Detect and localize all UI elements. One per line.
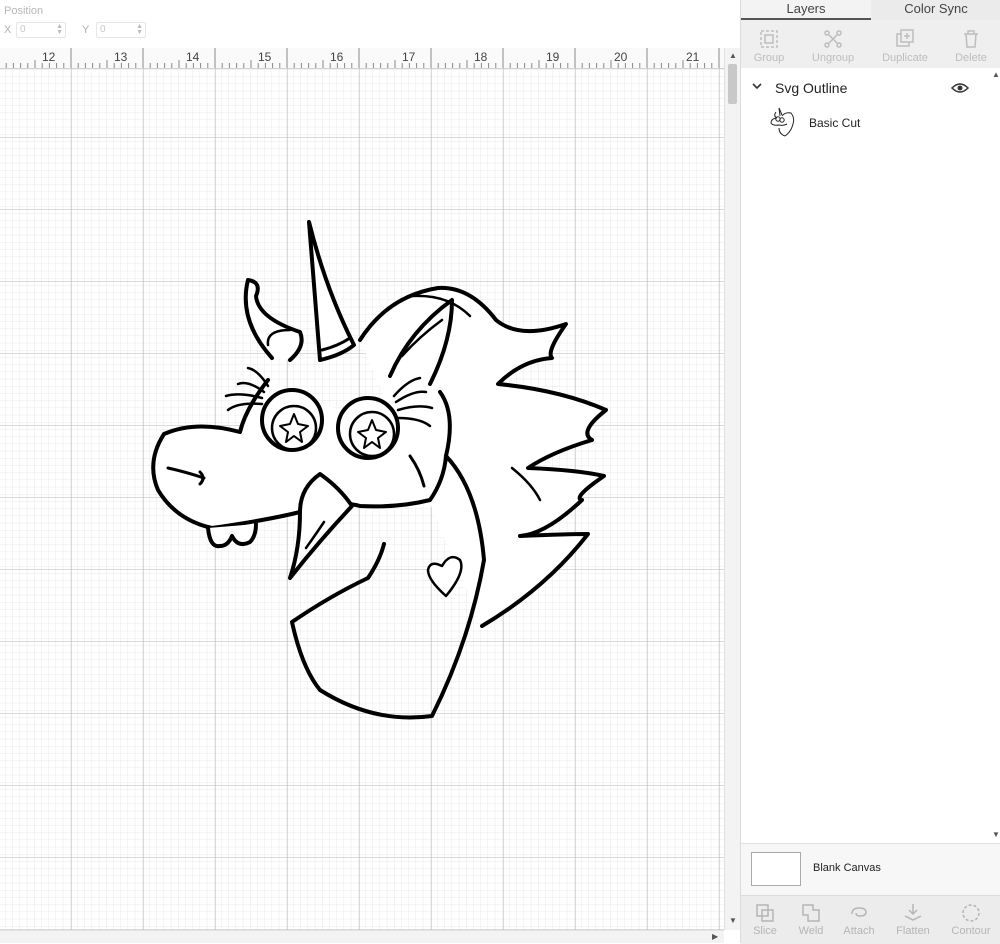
- weld-label: Weld: [798, 925, 824, 937]
- position-label: Position: [4, 5, 44, 17]
- canvas-vertical-scrollbar[interactable]: ▲ ▼: [724, 48, 740, 930]
- contour-icon: [962, 904, 980, 922]
- layer-group-name: Svg Outline: [775, 80, 848, 96]
- slice-label: Slice: [753, 925, 777, 937]
- position-bar: Position X 0 ▲ ▼ Y 0 ▲ ▼: [0, 0, 740, 48]
- canvas-grid[interactable]: [0, 68, 724, 930]
- layer-toolbar: Group Ungroup Duplicate Delete: [741, 20, 1000, 69]
- tab-color-sync[interactable]: Color Sync: [871, 0, 1000, 20]
- scroll-right-icon[interactable]: ▶: [712, 932, 718, 941]
- delete-label: Delete: [955, 52, 987, 64]
- design-canvas-area: Position X 0 ▲ ▼ Y 0 ▲ ▼ 12 13 14 15 16 17…: [0, 0, 740, 943]
- blank-canvas-label: Blank Canvas: [813, 862, 881, 874]
- trash-icon: [964, 30, 978, 48]
- duplicate-button[interactable]: Duplicate: [877, 24, 933, 64]
- canvas-horizontal-scrollbar[interactable]: ▶: [0, 930, 724, 943]
- attach-icon: [851, 907, 867, 917]
- panel-scroll-down-icon[interactable]: ▼: [992, 830, 1000, 839]
- tab-layers[interactable]: Layers: [741, 0, 871, 20]
- flatten-button[interactable]: Flatten: [889, 900, 937, 937]
- canvas-swatch[interactable]: [751, 852, 801, 886]
- blank-canvas-row[interactable]: Blank Canvas: [741, 843, 1000, 896]
- duplicate-icon: [896, 29, 914, 47]
- ruler-number: 21: [686, 50, 700, 64]
- ruler-number: 13: [114, 50, 128, 64]
- horizontal-ruler: 12 13 14 15 16 17 18 19 20 21: [0, 48, 724, 69]
- delete-button[interactable]: Delete: [943, 24, 999, 64]
- ruler-number: 12: [42, 50, 56, 64]
- group-icon: [760, 30, 778, 48]
- panel-scrollbar[interactable]: ▲ ▼: [992, 68, 1000, 843]
- attach-label: Attach: [843, 925, 875, 937]
- layers-panel: Layers Color Sync Group Ungroup Duplicat…: [740, 0, 1000, 944]
- ruler-number: 15: [258, 50, 272, 64]
- eye-icon[interactable]: [951, 81, 969, 95]
- x-axis-label: X: [4, 24, 12, 36]
- ruler-number: 18: [474, 50, 488, 64]
- scroll-up-icon[interactable]: ▲: [729, 51, 737, 60]
- vertical-scroll-thumb[interactable]: [728, 64, 737, 104]
- layer-group-row[interactable]: Svg Outline: [741, 76, 1000, 100]
- chevron-down-icon[interactable]: [751, 80, 763, 92]
- x-stepper-icon[interactable]: ▲ ▼: [56, 23, 63, 36]
- layer-thumbnail: [770, 107, 795, 137]
- contour-button[interactable]: Contour: [947, 900, 995, 937]
- y-axis-label: Y: [82, 24, 90, 36]
- slice-button[interactable]: Slice: [741, 900, 789, 937]
- bottom-toolbar: Slice Weld Attach Flatten Contour: [741, 895, 1000, 944]
- panel-tabs: Layers Color Sync: [741, 0, 1000, 20]
- position-x-input[interactable]: 0 ▲ ▼: [16, 22, 66, 38]
- attach-button[interactable]: Attach: [835, 900, 883, 937]
- layer-list: Svg Outline Basic Cut: [741, 68, 1000, 843]
- ruler-number: 14: [186, 50, 200, 64]
- flatten-label: Flatten: [896, 925, 930, 937]
- position-y-value: 0: [100, 24, 106, 35]
- duplicate-label: Duplicate: [882, 52, 928, 64]
- contour-label: Contour: [951, 925, 991, 937]
- layer-item-basic-cut[interactable]: Basic Cut: [765, 104, 1000, 140]
- group-button[interactable]: Group: [741, 24, 797, 64]
- ruler-number: 19: [546, 50, 560, 64]
- position-y-input[interactable]: 0 ▲ ▼: [96, 22, 146, 38]
- panel-scroll-up-icon[interactable]: ▲: [992, 70, 1000, 79]
- group-label: Group: [753, 52, 785, 64]
- weld-icon: [802, 904, 820, 922]
- ungroup-button[interactable]: Ungroup: [805, 24, 861, 64]
- ungroup-icon: [824, 30, 842, 48]
- weld-button[interactable]: Weld: [787, 900, 835, 937]
- layer-name: Basic Cut: [809, 116, 861, 130]
- y-stepper-icon[interactable]: ▲ ▼: [136, 23, 143, 36]
- canvas-svg[interactable]: [0, 68, 724, 930]
- ungroup-label: Ungroup: [811, 52, 855, 64]
- slice-icon: [756, 904, 774, 922]
- ruler-number: 20: [614, 50, 628, 64]
- position-x-value: 0: [20, 24, 26, 35]
- scroll-down-icon[interactable]: ▼: [729, 916, 737, 925]
- ruler-number: 16: [330, 50, 344, 64]
- ruler-number: 17: [402, 50, 416, 64]
- flatten-icon: [904, 904, 922, 921]
